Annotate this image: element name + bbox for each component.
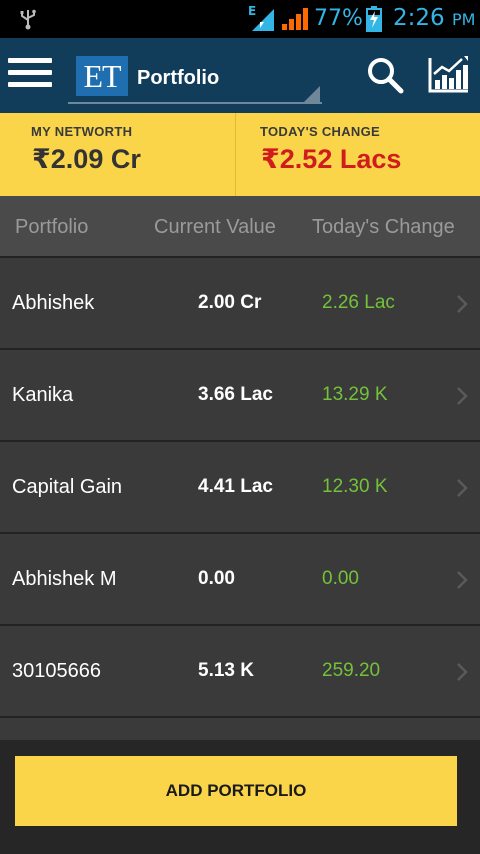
column-header-todays-change: Today's Change (312, 216, 455, 238)
column-header-portfolio: Portfolio (15, 216, 89, 238)
portfolio-current-value: 3.66 Lac (198, 384, 273, 405)
battery-percent: 77% (314, 6, 363, 31)
portfolio-name: Capital Gain (12, 476, 123, 498)
portfolio-name: Kanika (12, 384, 74, 406)
network-type-label: E (248, 4, 256, 18)
column-header-current-value: Current Value (154, 216, 276, 238)
status-clock: 2:26 PM (393, 5, 475, 31)
portfolio-todays-change: 259.20 (322, 660, 381, 681)
portfolio-list: Abhishek 2.00 Cr 2.26 Lac Kanika 3.66 La… (0, 256, 480, 716)
networth-value: ₹2.09 Cr (32, 144, 141, 174)
hamburger-menu-icon[interactable] (8, 58, 52, 92)
todays-change-value: ₹2.52 Lacs (261, 144, 402, 174)
portfolio-name: Abhishek M (12, 568, 117, 590)
portfolio-row[interactable]: 30105666 5.13 K 259.20 (0, 624, 480, 716)
add-portfolio-button[interactable]: ADD PORTFOLIO (15, 756, 457, 826)
portfolio-name: Abhishek (12, 292, 95, 314)
clock-time: 2:26 (393, 5, 445, 31)
portfolio-row[interactable]: Abhishek 2.00 Cr 2.26 Lac (0, 256, 480, 348)
network-e-icon: E (248, 4, 274, 31)
page-title-spinner[interactable]: Portfolio (137, 67, 219, 90)
chevron-right-icon (457, 663, 468, 681)
portfolio-todays-change: 0.00 (322, 568, 359, 589)
todays-change-label: TODAY'S CHANGE (260, 124, 380, 139)
usb-icon (20, 9, 36, 30)
spinner-underline (68, 102, 322, 104)
search-icon[interactable] (366, 56, 404, 94)
spinner-corner-icon (304, 86, 320, 102)
chevron-right-icon (457, 479, 468, 497)
signal-icon (282, 8, 308, 30)
clock-ampm: PM (451, 10, 476, 29)
portfolio-row[interactable]: Abhishek M 0.00 0.00 (0, 532, 480, 624)
portfolio-current-value: 0.00 (198, 568, 235, 589)
networth-label: MY NETWORTH (31, 124, 133, 139)
networth-summary: MY NETWORTH ₹2.09 Cr TODAY'S CHANGE ₹2.5… (0, 113, 480, 196)
chevron-right-icon (457, 295, 468, 313)
chevron-right-icon (457, 387, 468, 405)
battery-charging-icon (366, 6, 382, 32)
portfolio-name: 30105666 (12, 660, 101, 682)
summary-divider (235, 113, 236, 196)
portfolio-current-value: 5.13 K (198, 660, 254, 681)
status-bar: E 77% 2:26 PM (0, 0, 480, 38)
table-header: Portfolio Current Value Today's Change (0, 196, 480, 256)
list-end-spacer (0, 716, 480, 740)
chart-icon[interactable] (428, 56, 470, 94)
chevron-right-icon (457, 571, 468, 589)
footer-bar: ADD PORTFOLIO (0, 740, 480, 854)
portfolio-row[interactable]: Capital Gain 4.41 Lac 12.30 K (0, 440, 480, 532)
portfolio-current-value: 2.00 Cr (198, 292, 262, 313)
app-bar: ET Portfolio (0, 38, 480, 113)
portfolio-todays-change: 13.29 K (322, 384, 388, 405)
portfolio-row[interactable]: Kanika 3.66 Lac 13.29 K (0, 348, 480, 440)
et-logo: ET (76, 56, 128, 96)
portfolio-todays-change: 12.30 K (322, 476, 388, 497)
portfolio-current-value: 4.41 Lac (198, 476, 273, 497)
portfolio-todays-change: 2.26 Lac (322, 292, 395, 313)
